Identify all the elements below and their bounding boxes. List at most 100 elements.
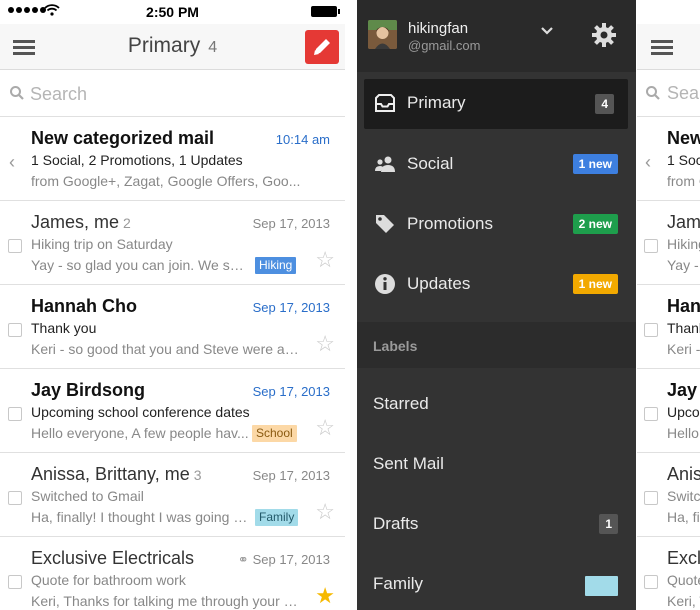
mail-subject: Switched to Gmail [667, 488, 700, 504]
mail-subject: Switched to Gmail [31, 488, 144, 504]
mail-row[interactable]: ‹ New categorized mail 1 Social, 2 Promo… [637, 117, 700, 201]
drawer-item-family[interactable]: Family [357, 556, 636, 610]
star-icon[interactable]: ☆ [315, 249, 335, 271]
search-icon [646, 86, 660, 100]
inbox-screen: 2:50 PM Primary 4 ‹ New categorized mail … [0, 0, 345, 610]
mail-row[interactable]: Anissa, Brittany, me Switched to Gmail H… [637, 453, 700, 537]
mail-sender: New categorized mail [667, 128, 700, 148]
drawer-item-label: Sent Mail [373, 454, 444, 473]
people-icon [375, 156, 395, 172]
inbox-icon [375, 94, 395, 112]
mail-date: 10:14 am [275, 132, 330, 147]
drawer-item-sent-mail[interactable]: Sent Mail [357, 436, 636, 496]
mail-snippet: Ha, finally! I thought I was going to... [31, 509, 251, 525]
star-icon[interactable]: ★ [315, 585, 335, 607]
mail-sender: James, me [667, 212, 700, 232]
drawer-item-promotions[interactable]: Promotions 2 new [357, 196, 636, 256]
drawer-item-drafts[interactable]: Drafts 1 [357, 496, 636, 556]
info-icon [375, 274, 395, 294]
mail-row[interactable]: Hannah Cho Thank you Keri - so good that… [637, 285, 700, 369]
account-name: hikingfan [408, 20, 469, 37]
mail-snippet: Hello everyone, A few people hav... [31, 425, 249, 441]
drawer-item-starred[interactable]: Starred [357, 376, 636, 436]
mail-date: Sep 17, 2013 [252, 384, 330, 399]
pencil-icon [314, 39, 330, 55]
search-placeholder[interactable]: Search [667, 83, 700, 104]
mail-checkbox[interactable] [644, 407, 658, 421]
mail-row[interactable]: Exclusive Electricals Quote for bathroom… [637, 537, 700, 610]
mail-row[interactable]: Jay Birdsong Sep 17, 2013 Upcoming schoo… [0, 369, 345, 453]
attachment-icon: ⚭ [237, 552, 249, 567]
page-title-count: 4 [208, 39, 218, 56]
mail-sender: Exclusive Electricals [31, 548, 195, 568]
status-bar: 2:50 PM [0, 0, 345, 24]
mail-row[interactable]: Anissa, Brittany, me 3 Sep 17, 2013 Switc… [0, 453, 345, 537]
menu-icon[interactable] [651, 40, 673, 56]
mail-sender: Anissa, Brittany, me [667, 464, 700, 484]
drawer-item-social[interactable]: Social 1 new [357, 136, 636, 196]
mail-checkbox[interactable] [8, 323, 22, 337]
mail-checkbox[interactable] [644, 575, 658, 589]
tag-icon [376, 215, 394, 233]
mail-checkbox[interactable] [8, 239, 22, 253]
compose-button[interactable] [305, 30, 339, 64]
mail-row[interactable]: Exclusive Electricals ⚭ Sep 17, 2013 Quot… [0, 537, 345, 610]
mail-checkbox[interactable] [644, 323, 658, 337]
avatar [368, 20, 397, 49]
mail-snippet: Yay - so glad you can join. We sho... [667, 257, 700, 273]
mail-sender: Hannah Cho [31, 296, 137, 316]
gear-icon[interactable] [591, 22, 617, 48]
mail-snippet: Ha, finally! I thought I was going to... [667, 509, 700, 525]
chevron-down-icon[interactable] [540, 26, 554, 36]
mail-snippet: from Google+, Zagat, Google Offers, Goo.… [667, 173, 700, 189]
label-color-swatch [585, 576, 618, 596]
new-badge: 1 new [572, 274, 618, 294]
drawer-item-label: Promotions [407, 214, 493, 233]
mail-subject: 1 Social, 2 Promotions, 1 Updates [667, 152, 700, 168]
mail-checkbox[interactable] [8, 407, 22, 421]
mail-subject: Quote for bathroom work [31, 572, 186, 588]
labels-section-header: Labels [357, 322, 636, 368]
mail-sender: Hannah Cho [667, 296, 700, 316]
inbox-screen-partial: Search ‹ New categorized mail 1 Social, … [637, 0, 700, 610]
mail-checkbox[interactable] [644, 491, 658, 505]
mail-checkbox[interactable] [8, 575, 22, 589]
drawer-item-updates[interactable]: Updates 1 new [357, 256, 636, 316]
mail-snippet: Keri - so good that you and Steve were a… [667, 341, 700, 357]
mail-row[interactable]: Jay Birdsong Upcoming school conference … [637, 369, 700, 453]
mail-row[interactable]: James, me Hiking trip on Saturday Yay - … [637, 201, 700, 285]
mail-subject: Quote for bathroom work [667, 572, 700, 588]
mail-subject: 1 Social, 2 Promotions, 1 Updates [31, 152, 243, 168]
mail-date: ⚭ Sep 17, 2013 [238, 552, 330, 568]
star-icon[interactable]: ☆ [315, 501, 335, 523]
page-title-label: Primary [127, 34, 201, 57]
mail-snippet: Hello everyone, A few people hav... [667, 425, 700, 441]
chevron-left-icon: ‹ [645, 152, 651, 172]
mail-snippet: from Google+, Zagat, Google Offers, Goo.… [31, 173, 301, 189]
drawer-item-primary[interactable]: Primary 4 [364, 79, 628, 129]
account-header[interactable]: hikingfan @gmail.com [357, 0, 636, 72]
search-input[interactable] [30, 81, 320, 107]
star-icon[interactable]: ☆ [315, 417, 335, 439]
star-icon[interactable]: ☆ [315, 333, 335, 355]
mail-date-text: Sep 17, 2013 [252, 552, 330, 567]
mail-subject: Upcoming school conference dates [667, 404, 700, 420]
mail-checkbox[interactable] [8, 491, 22, 505]
mail-date: Sep 17, 2013 [252, 468, 330, 483]
mail-row[interactable]: Hannah Cho Sep 17, 2013 Thank you Keri -… [0, 285, 345, 369]
mail-row[interactable]: James, me 2 Sep 17, 2013 Hiking trip on S… [0, 201, 345, 285]
mail-snippet: Yay - so glad you can join. We sho... [31, 257, 251, 273]
mail-checkbox[interactable] [644, 239, 658, 253]
mail-date: Sep 17, 2013 [252, 300, 330, 315]
mail-list: ‹ New categorized mail 10:14 am 1 Social… [0, 117, 345, 610]
mail-subject: Thank you [31, 320, 97, 336]
search-bar [0, 71, 345, 117]
mail-subject: Hiking trip on Saturday [667, 236, 700, 252]
count-badge: 4 [595, 94, 614, 114]
drawer-item-label: Primary [407, 93, 466, 112]
mail-row-categorized[interactable]: ‹ New categorized mail 10:14 am 1 Social… [0, 117, 345, 201]
app-bar: Primary 4 [0, 24, 345, 70]
drawer-item-label: Family [373, 574, 424, 593]
mail-thread-count: 3 [193, 467, 202, 483]
label-tag-family: Family [255, 509, 299, 526]
